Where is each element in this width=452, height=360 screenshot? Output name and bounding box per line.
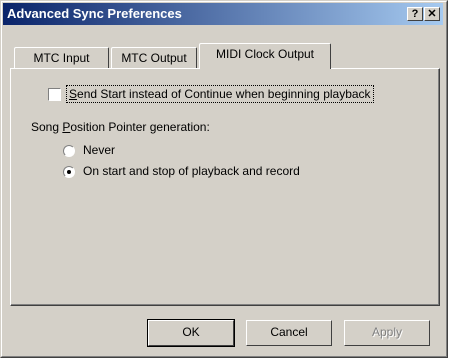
tab-panel-border — [11, 69, 439, 305]
radio-never[interactable] — [63, 145, 75, 157]
send-start-mnemonic: S — [69, 87, 78, 101]
radio-never-label[interactable]: Never — [83, 143, 115, 157]
spp-label-rest: osition Pointer generation: — [70, 120, 210, 134]
cancel-button[interactable]: Cancel — [246, 320, 332, 346]
cancel-button-label: Cancel — [270, 325, 308, 339]
send-start-label-text: end Start instead of Continue when begin… — [77, 87, 371, 101]
help-button[interactable]: ? — [407, 7, 423, 21]
radio-selected-dot — [67, 170, 71, 174]
tab-panel-midi-clock-output — [10, 68, 440, 306]
tab-mtc-input[interactable]: MTC Input — [14, 47, 109, 69]
close-icon: ✕ — [427, 8, 437, 20]
radio-on-start-stop[interactable] — [63, 166, 75, 178]
ok-button-label: OK — [182, 325, 200, 339]
send-start-checkbox-label[interactable]: Send Start instead of Continue when begi… — [66, 85, 374, 103]
help-icon: ? — [411, 8, 419, 20]
spp-label-pre: Song — [31, 120, 63, 134]
window-title: Advanced Sync Preferences — [7, 6, 182, 21]
send-start-checkbox[interactable] — [48, 88, 61, 101]
tab-label: MIDI Clock Output — [215, 47, 315, 61]
radio-on-start-stop-label[interactable]: On start and stop of playback and record — [83, 164, 300, 178]
title-bar[interactable]: Advanced Sync Preferences ? ✕ — [3, 3, 443, 25]
tab-mtc-output[interactable]: MTC Output — [111, 47, 197, 69]
tab-label: MTC Input — [33, 51, 90, 65]
advanced-sync-preferences-dialog: Advanced Sync Preferences ? ✕ MTC Input … — [0, 0, 448, 358]
tab-label: MTC Output — [121, 51, 187, 65]
apply-button-label: Apply — [371, 325, 403, 339]
spp-group-label: Song Position Pointer generation: — [31, 120, 210, 134]
apply-button[interactable]: Apply — [344, 320, 430, 346]
close-button[interactable]: ✕ — [424, 7, 440, 21]
tab-midi-clock-output[interactable]: MIDI Clock Output — [199, 43, 331, 69]
ok-button[interactable]: OK — [147, 319, 235, 347]
